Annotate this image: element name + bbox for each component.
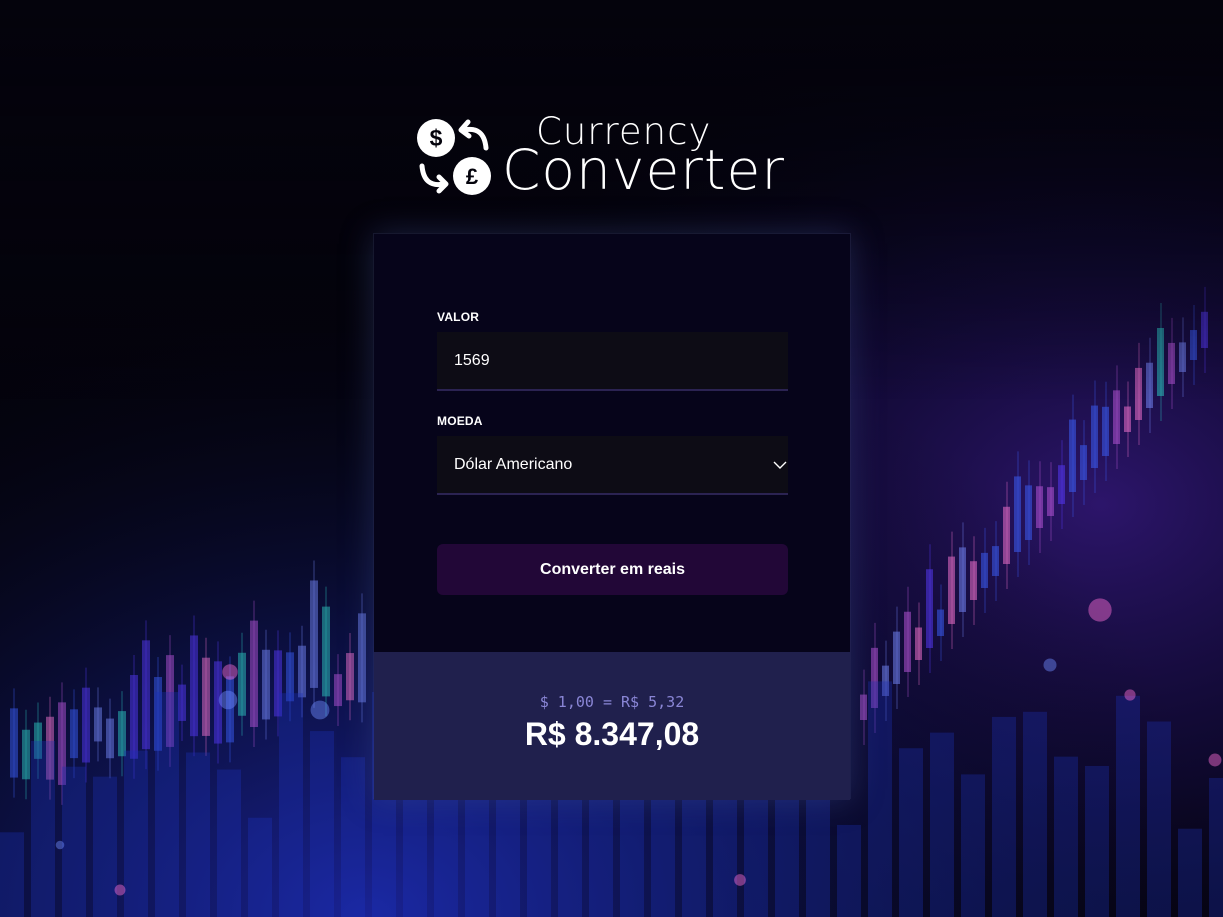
currency-label: MOEDA bbox=[437, 414, 483, 428]
converted-total: R$ 8.347,08 bbox=[524, 716, 700, 752]
chevron-down-icon[interactable] bbox=[772, 457, 788, 473]
result-panel: $ 1,00 = R$ 5,32 R$ 8.347,08 bbox=[374, 652, 850, 800]
exchange-rate-text: $ 1,00 = R$ 5,32 bbox=[539, 693, 685, 711]
logo-title-line2: Converter bbox=[502, 138, 785, 202]
currency-exchange-icon: $ £ bbox=[417, 119, 491, 195]
amount-label: VALOR bbox=[437, 310, 480, 324]
amount-input[interactable]: 1569 bbox=[437, 332, 788, 391]
currency-select-value[interactable]: Dólar Americano bbox=[454, 436, 572, 494]
svg-text:£: £ bbox=[466, 164, 479, 189]
app-logo: $ £ Currency Converter bbox=[416, 112, 816, 202]
converter-form: VALOR 1569 MOEDA Dólar Americano Convert… bbox=[374, 234, 850, 652]
convert-button[interactable]: Converter em reais bbox=[437, 544, 788, 595]
amount-input-value[interactable]: 1569 bbox=[454, 332, 490, 390]
currency-select[interactable]: Dólar Americano bbox=[437, 436, 788, 495]
svg-text:$: $ bbox=[430, 125, 443, 151]
converter-card: VALOR 1569 MOEDA Dólar Americano Convert… bbox=[373, 233, 851, 800]
